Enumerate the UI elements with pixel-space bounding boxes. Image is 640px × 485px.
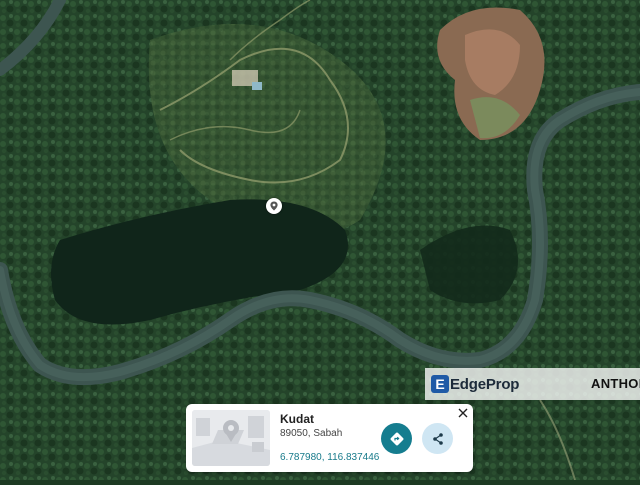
location-card: Kudat 89050, Sabah 6.787980, 116.837446: [186, 404, 473, 472]
location-title: Kudat: [280, 412, 314, 426]
close-button[interactable]: [456, 406, 470, 420]
agent-name: ANTHON: [591, 376, 640, 391]
edgeprop-logo-text: EdgeProp: [450, 375, 520, 393]
edgeprop-watermark: E EdgeProp ANTHON: [425, 368, 640, 400]
location-subtitle: 89050, Sabah: [280, 428, 343, 439]
map-thumbnail[interactable]: [192, 410, 270, 466]
close-icon: [458, 408, 468, 418]
edgeprop-logo: E EdgeProp: [431, 375, 519, 393]
edgeprop-logo-badge: E: [431, 375, 449, 393]
location-coordinates[interactable]: 6.787980, 116.837446: [280, 452, 379, 463]
share-icon: [432, 432, 443, 445]
directions-button[interactable]: [381, 423, 412, 454]
map-thumbnail-image: [192, 410, 270, 466]
location-pin-icon[interactable]: [266, 198, 282, 214]
directions-icon: [390, 432, 403, 445]
share-button[interactable]: [422, 423, 453, 454]
